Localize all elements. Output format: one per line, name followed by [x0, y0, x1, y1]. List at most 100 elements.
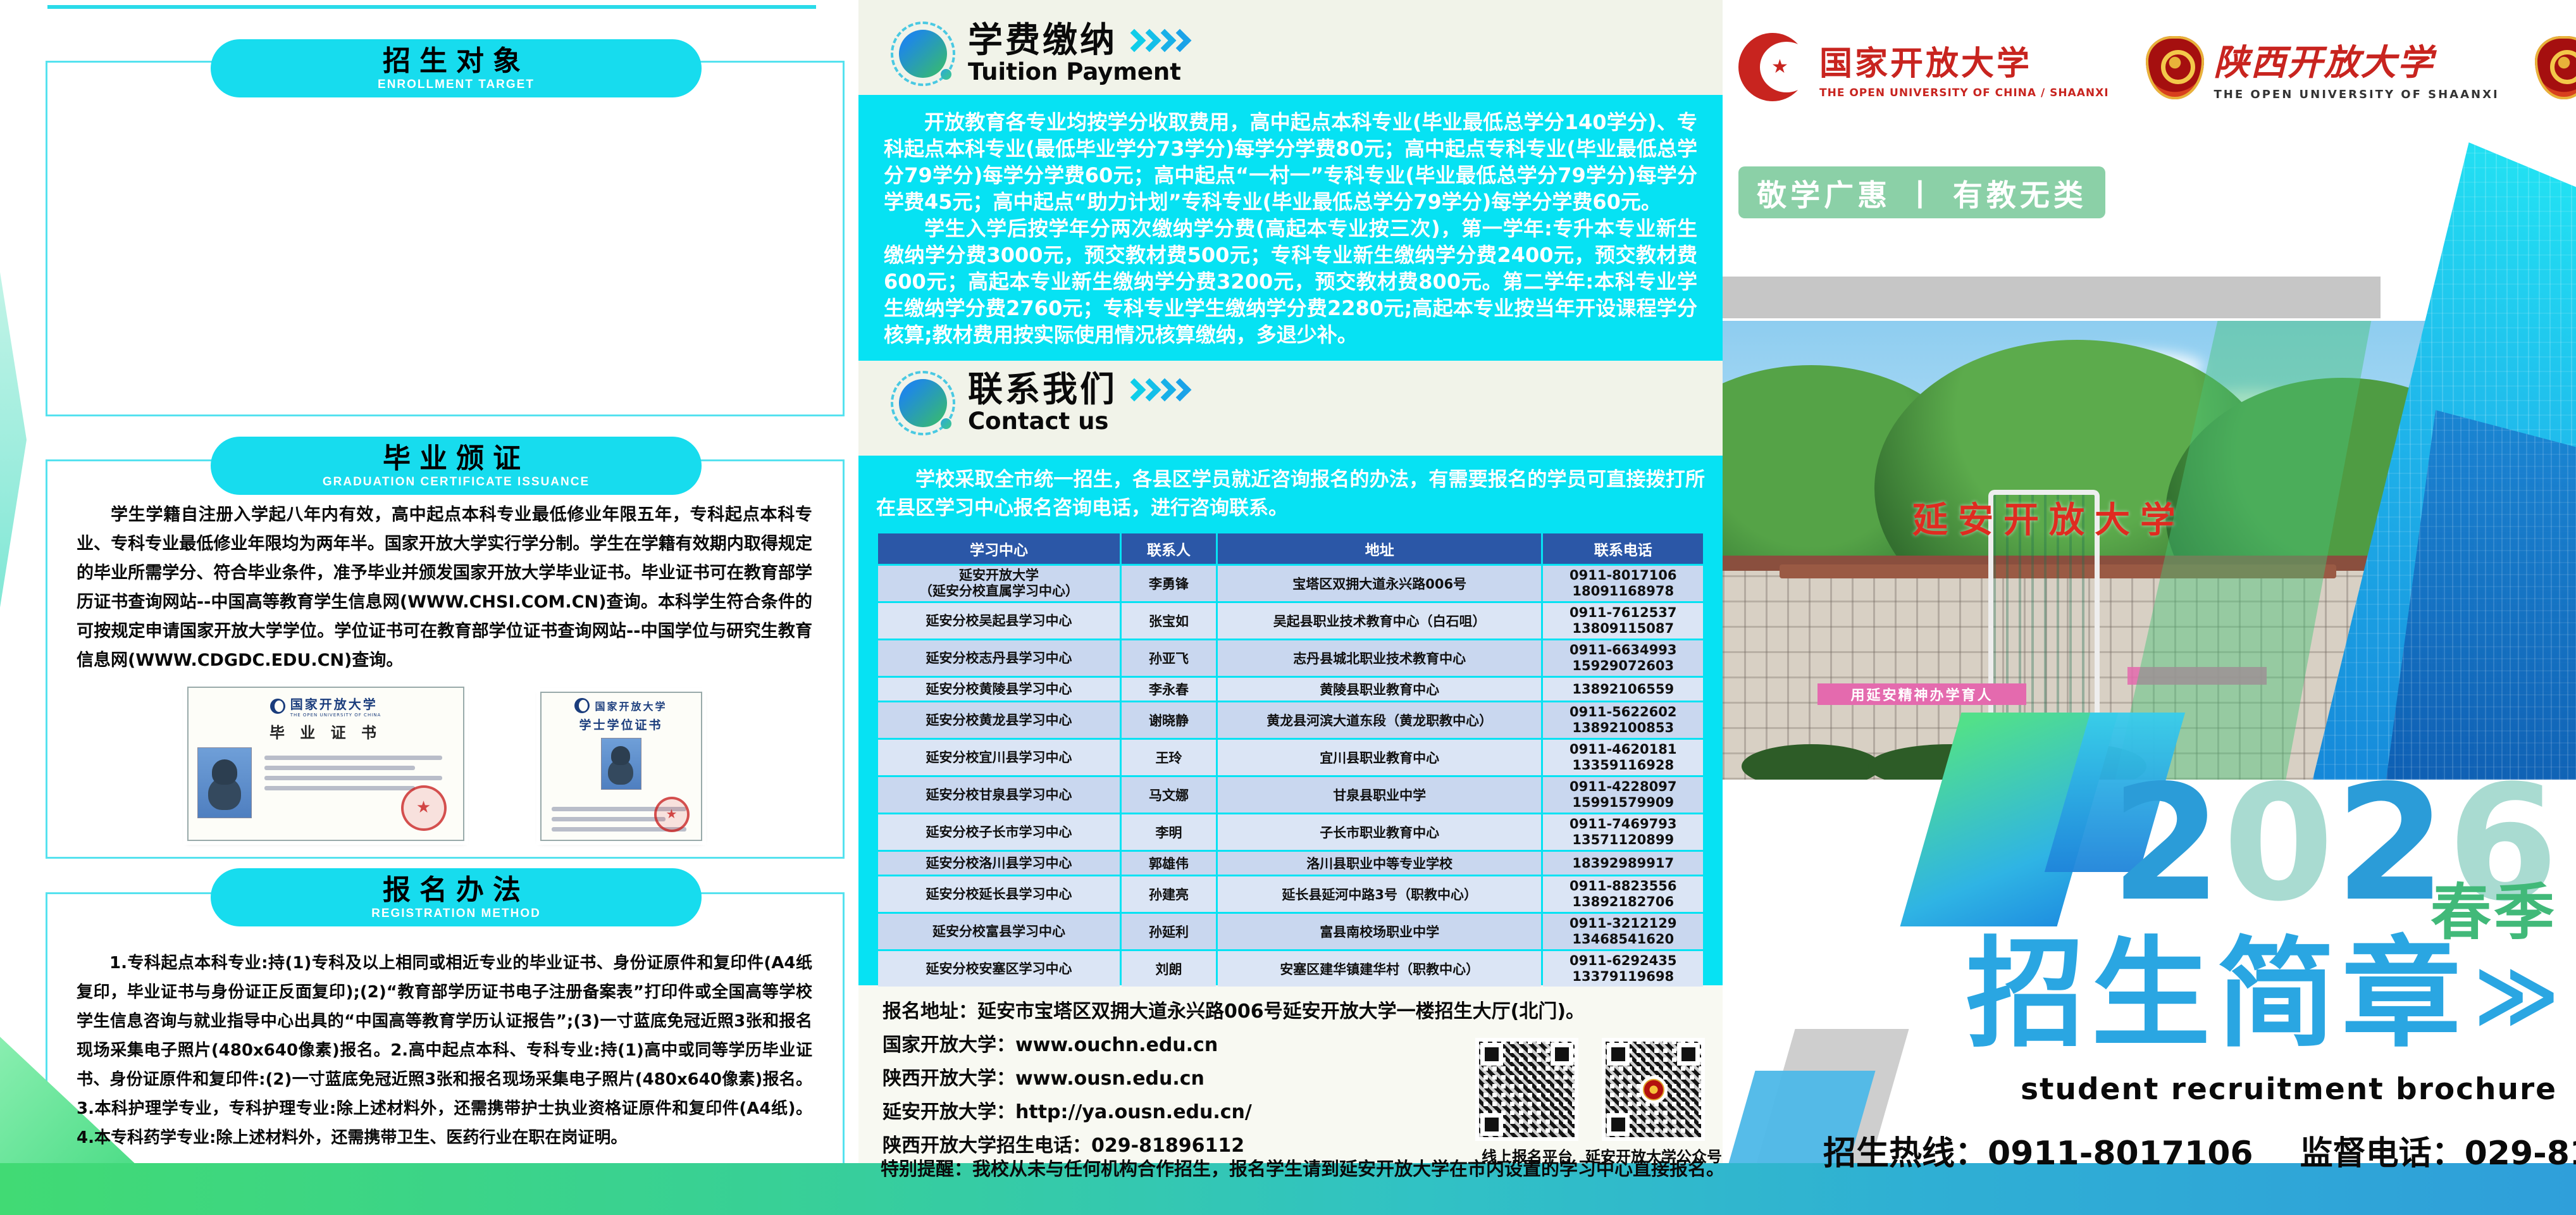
gray-bar-decoration: [1723, 277, 2381, 318]
cell-contact-person: 谢晓静: [1122, 702, 1216, 738]
cell-learning-center: 延安开放大学（延安分校直属学习中心）: [878, 566, 1120, 601]
cell-learning-center: 延安分校延长县学习中心: [878, 876, 1120, 912]
section-header-enrollment-target: 招生对象 ENROLLMENT TARGET: [211, 39, 702, 97]
contact-title-cn: 联系我们: [968, 371, 1117, 408]
building-rooftop-sign: 延安开放大学: [1912, 492, 2186, 543]
tuition-title-cn: 学费缴纳: [968, 22, 1117, 59]
cell-address: 志丹县城北职业技术教育中心: [1218, 640, 1542, 676]
section-title-cn: 报名办法: [211, 875, 702, 907]
section-title-en: REGISTRATION METHOD: [211, 907, 702, 921]
table-row: 延安分校吴起县学习中心 张宝如 吴起县职业技术教育中心（白石咀） 0911-76…: [878, 603, 1703, 639]
shaanxi-emblem-icon: [2146, 36, 2204, 99]
slogan-banner: 敬学广惠 丨 有教无类: [1738, 166, 2105, 218]
cell-contact-person: 郭雄伟: [1122, 852, 1216, 875]
section-title-cn: 毕业颁证: [211, 443, 702, 475]
cell-address: 宜川县职业教育中心: [1218, 740, 1542, 775]
certificate-title: 学士学位证书: [548, 716, 695, 733]
tuition-paragraph-1: 开放教育各专业均按学分收取费用，高中起点本科专业(毕业最低总学分140学分)、专…: [884, 109, 1697, 215]
special-notice: 特别提醒：我校从未与任何机构合作招生，报名学生请到延安开放大学在市内设置的学习中…: [881, 1154, 1716, 1181]
cell-contact-person: 李明: [1122, 814, 1216, 850]
cell-contact-person: 张宝如: [1122, 603, 1216, 639]
contact-title-en: Contact us: [968, 408, 1188, 435]
cell-contact-person: 李永春: [1122, 678, 1216, 701]
certificate-logo-icon: [270, 699, 285, 714]
certificate-university-en: THE OPEN UNIVERSITY OF CHINA: [290, 713, 381, 718]
cell-learning-center: 延安分校黄龙县学习中心: [878, 702, 1120, 738]
contact-intro: 学校采取全市统一招生，各县区学员就近咨询报名的办法，有需要报名的学员可直接拨打所…: [876, 466, 1705, 523]
table-row: 延安分校延长县学习中心 孙建亮 延长县延河中路3号（职教中心） 0911-882…: [878, 876, 1703, 912]
cell-phones: 13892106559: [1543, 678, 1703, 701]
cell-phones: 18392989917: [1543, 852, 1703, 875]
tuition-paragraph-2: 学生入学后按学年分两次缴纳学分费(高起本专业按三次)，第一学年:专升本专业新生缴…: [884, 215, 1697, 348]
certificate-university: 国家开放大学: [595, 698, 667, 713]
certificate-university: 国家开放大学: [290, 694, 381, 713]
table-row: 延安分校甘泉县学习中心 马文娜 甘泉县职业中学 0911-42280971599…: [878, 777, 1703, 813]
university-emblem-icon: [1640, 1076, 1668, 1104]
table-row: 延安分校宜川县学习中心 王玲 宜川县职业教育中心 0911-4620181133…: [878, 740, 1703, 775]
cell-contact-person: 孙亚飞: [1122, 640, 1216, 676]
cell-contact-person: 李勇锋: [1122, 566, 1216, 601]
section-enrollment-target: [46, 61, 845, 416]
left-panel-top-accent-line: [47, 5, 816, 9]
cell-address: 洛川县职业中等专业学校: [1218, 852, 1542, 875]
section-title-en: GRADUATION CERTIFICATE ISSUANCE: [211, 475, 702, 489]
year-digit: 0: [2223, 764, 2335, 924]
cell-learning-center: 延安分校志丹县学习中心: [878, 640, 1120, 676]
cell-learning-center: 延安分校洛川县学习中心: [878, 852, 1120, 875]
registration-paragraph: 1.专科起点本科专业:持(1)专科及以上相同或相近专业的毕业证书、身份证原件和复…: [77, 949, 812, 1152]
cell-address: 延长县延河中路3号（职教中心）: [1218, 876, 1542, 912]
section-title-en: ENROLLMENT TARGET: [211, 78, 702, 92]
table-row: 延安分校洛川县学习中心 郭雄伟 洛川县职业中等专业学校 18392989917: [878, 852, 1703, 875]
certificate-logo-icon: [574, 698, 590, 713]
logo-name-en: THE OPEN UNIVERSITY OF SHAANXI: [2214, 88, 2499, 101]
diploma-certificate-sample: 国家开放大学 THE OPEN UNIVERSITY OF CHINA 毕 业 …: [187, 687, 464, 841]
col-header-address: 地址: [1218, 533, 1542, 564]
info-line: 延安开放大学：http://ya.ousn.edu.cn/: [882, 1095, 1490, 1129]
table-row: 延安分校黄龙县学习中心 谢晓静 黄龙县河滨大道东段（黄龙职教中心） 0911-5…: [878, 702, 1703, 738]
info-line: 报名地址：延安市宝塔区双拥大道永兴路006号延安开放大学一楼招生大厅(北门)。: [882, 995, 1490, 1028]
cell-contact-person: 孙建亮: [1122, 876, 1216, 912]
certificate-red-seal: [401, 785, 447, 831]
brochure-subtitle: student recruitment brochure: [2021, 1072, 2557, 1107]
chevron-arrows-icon: [1127, 32, 1188, 49]
logo-name-en: THE OPEN UNIVERSITY OF CHINA / SHAANXI: [1819, 87, 2109, 99]
brochure-title: 招生简章 ≫: [1966, 935, 2560, 1054]
cell-learning-center: 延安分校宜川县学习中心: [878, 740, 1120, 775]
cell-phones: 0911-882355613892182706: [1543, 876, 1703, 912]
hotline-row: 招生热线：0911-8017106监督电话：029-81896113: [1823, 1126, 2576, 1174]
cell-phones: 0911-562260213892100853: [1543, 702, 1703, 738]
supervise-number: 029-81896113: [2465, 1135, 2576, 1173]
cell-learning-center: 延安分校甘泉县学习中心: [878, 777, 1120, 813]
cell-phones: 0911-462018113359116928: [1543, 740, 1703, 775]
certificate-photo: [601, 738, 641, 790]
degree-certificate-sample: 国家开放大学 学士学位证书: [540, 692, 702, 841]
hotline-number: 0911-8017106: [1988, 1135, 2253, 1173]
cell-phones: 0911-761253713809115087: [1543, 603, 1703, 639]
cell-learning-center: 延安分校富县学习中心: [878, 914, 1120, 949]
table-row: 延安分校子长市学习中心 李明 子长市职业教育中心 0911-7469793135…: [878, 814, 1703, 850]
info-line: 陕西开放大学：www.ousn.edu.cn: [882, 1062, 1490, 1095]
certificate-red-seal: [654, 797, 690, 832]
cell-contact-person: 王玲: [1122, 740, 1216, 775]
cell-contact-person: 刘朗: [1122, 951, 1216, 987]
table-row: 延安分校富县学习中心 孙延利 富县南校场职业中学 0911-3212129134…: [878, 914, 1703, 949]
logo-open-university-of-shaanxi: 陕西开放大学 THE OPEN UNIVERSITY OF SHAANXI: [2146, 34, 2499, 101]
table-header-row: 学习中心 联系人 地址 联系电话: [878, 533, 1703, 564]
col-header-center: 学习中心: [878, 533, 1120, 564]
cell-learning-center: 延安分校吴起县学习中心: [878, 603, 1120, 639]
chevron-arrows-icon: [1127, 382, 1188, 398]
section-registration-method: 1.专科起点本科专业:持(1)专科及以上相同或相近专业的毕业证书、身份证原件和复…: [46, 892, 845, 1204]
slogan-text: 敬学广惠 丨 有教无类: [1757, 171, 2087, 215]
info-line: 国家开放大学：www.ouchn.edu.cn: [882, 1028, 1490, 1062]
cell-address: 富县南校场职业中学: [1218, 914, 1542, 949]
cell-address: 甘泉县职业中学: [1218, 777, 1542, 813]
cell-learning-center: 延安分校黄陵县学习中心: [878, 678, 1120, 701]
logo-open-university-of-yanan: 延安开放大学 THE OPEN UNIVERSITY OF YANAN: [2535, 31, 2576, 105]
graduation-paragraph: 学生学籍自注册入学起八年内有效，高中起点本科专业最低修业年限五年，专科起点本科专…: [77, 501, 812, 675]
cell-contact-person: 马文娜: [1122, 777, 1216, 813]
tuition-info-block: 开放教育各专业均按学分收取费用，高中起点本科专业(毕业最低总学分140学分)、专…: [858, 95, 1723, 361]
university-logos-row: ★ 国家开放大学 THE OPEN UNIVERSITY OF CHINA / …: [1738, 30, 2567, 105]
table-row: 延安分校安塞区学习中心 刘朗 安塞区建华镇建华村（职教中心） 0911-6292…: [878, 951, 1703, 987]
qr-code-online-registration: [1475, 1038, 1578, 1141]
left-edge-decoration: [0, 272, 27, 608]
